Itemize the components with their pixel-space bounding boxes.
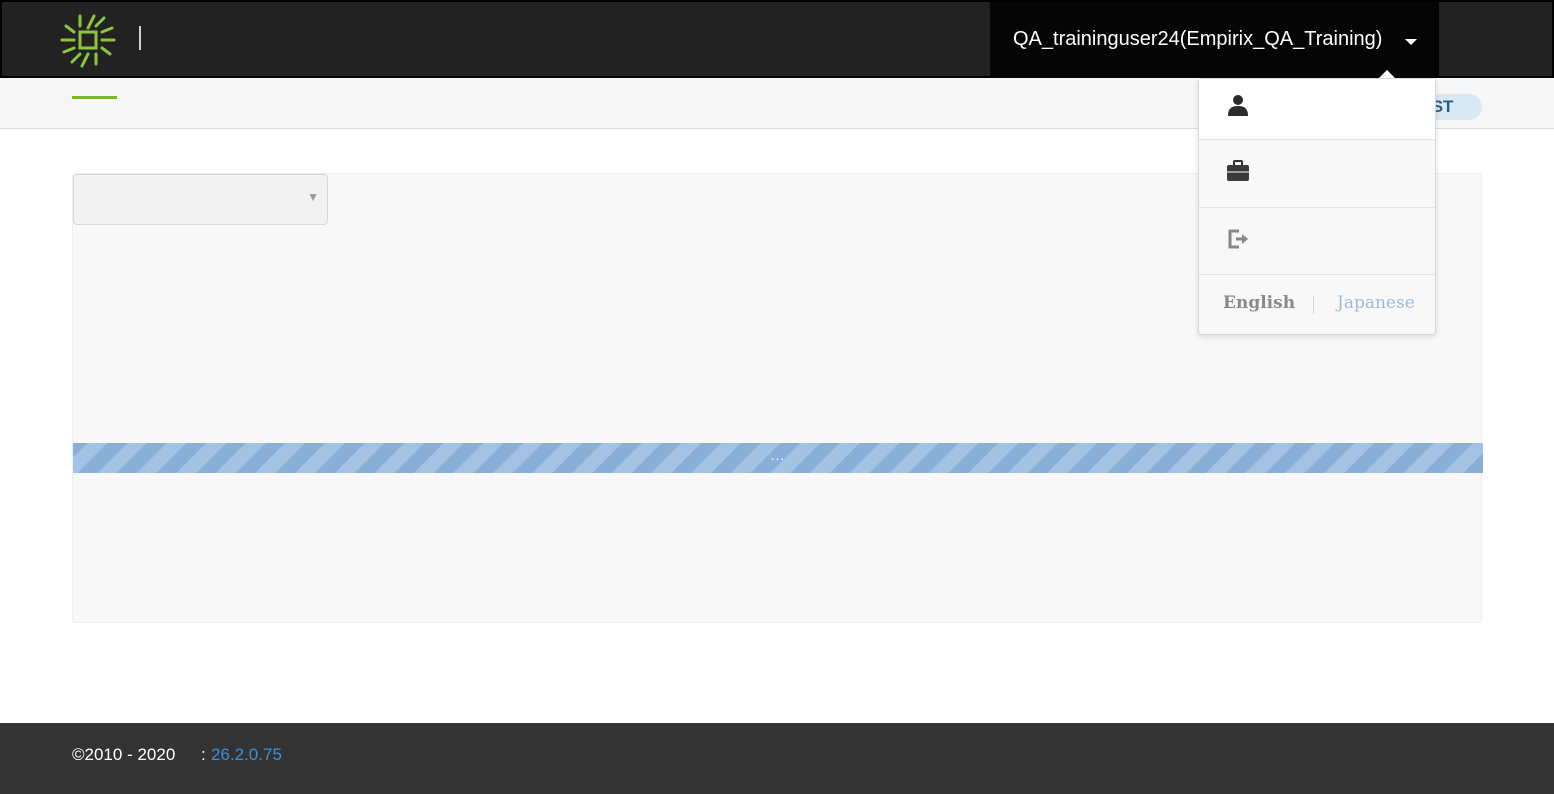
user-icon	[1227, 94, 1249, 121]
top-header: QA_traininguser24(Empirix_QA_Training)	[0, 0, 1554, 78]
footer-version-link[interactable]: 26.2.0.75	[211, 745, 282, 765]
language-separator	[1313, 296, 1314, 314]
logout-icon	[1227, 228, 1251, 255]
loading-progress-bar: ...	[73, 443, 1483, 473]
header-divider	[139, 26, 141, 50]
briefcase-icon	[1227, 160, 1249, 187]
dropdown-item-account[interactable]	[1199, 140, 1435, 208]
loading-text: ...	[770, 447, 786, 463]
active-tab-indicator	[72, 96, 117, 99]
language-english-link[interactable]: English	[1223, 293, 1295, 313]
user-menu-button[interactable]: QA_traininguser24(Empirix_QA_Training)	[990, 2, 1439, 78]
dropdown-item-logout[interactable]	[1199, 208, 1435, 275]
dropdown-arrow-icon: ▼	[307, 190, 319, 204]
caret-down-icon	[1405, 39, 1417, 45]
language-japanese-link[interactable]: Japanese	[1337, 293, 1415, 313]
dropdown-item-profile[interactable]	[1199, 79, 1435, 140]
user-dropdown-menu: English Japanese	[1198, 78, 1436, 335]
logo-icon[interactable]	[60, 12, 116, 68]
language-switcher: English Japanese	[1199, 275, 1435, 335]
filter-select[interactable]: ▼	[73, 174, 328, 225]
footer-separator: :	[201, 745, 206, 764]
page-footer: ©2010 - 2020 : 26.2.0.75	[0, 723, 1554, 794]
footer-copyright: ©2010 - 2020	[72, 745, 176, 764]
user-name-label: QA_traininguser24(Empirix_QA_Training)	[1013, 28, 1383, 50]
